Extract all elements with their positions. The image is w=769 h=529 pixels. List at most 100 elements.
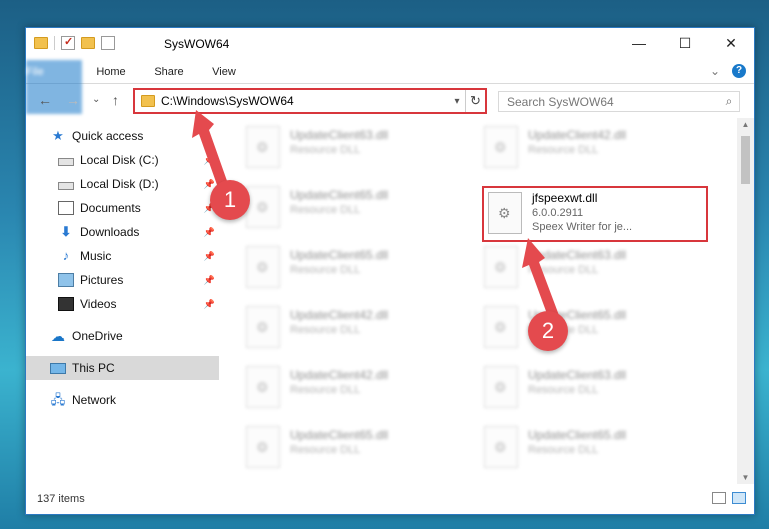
sidebar-item-videos[interactable]: Videos 📌 bbox=[26, 292, 219, 316]
help-icon[interactable]: ? bbox=[732, 64, 746, 78]
drive-icon bbox=[58, 157, 74, 166]
file-version: 6.0.0.2911 bbox=[532, 207, 584, 219]
sidebar-item-label: Downloads bbox=[80, 225, 140, 239]
pin-icon[interactable]: 📌 bbox=[204, 227, 215, 238]
sidebar-item-label: Music bbox=[80, 249, 112, 263]
refresh-button[interactable]: ↻ bbox=[465, 90, 485, 112]
sidebar-item-label: Quick access bbox=[72, 129, 144, 143]
up-button[interactable]: ↑ bbox=[112, 92, 119, 108]
close-button[interactable]: ✕ bbox=[708, 28, 754, 58]
sidebar-item-documents[interactable]: Documents 📌 bbox=[26, 196, 219, 220]
file-name: UpdateClient63.dll bbox=[290, 128, 389, 142]
list-item[interactable]: UpdateClient65.dllResource DLL bbox=[230, 182, 454, 236]
pin-icon[interactable]: 📌 bbox=[204, 251, 215, 262]
pin-icon[interactable]: 📌 bbox=[204, 275, 215, 286]
videos-icon bbox=[58, 297, 74, 311]
maximize-button[interactable]: ☐ bbox=[662, 28, 708, 58]
details-view-icon[interactable] bbox=[712, 492, 726, 504]
navigation-pane: ★ Quick access Local Disk (C:) 📌 Local D… bbox=[26, 124, 219, 484]
sidebar-item-label: This PC bbox=[72, 361, 115, 375]
title-bar: SysWOW64 — ☐ ✕ bbox=[26, 28, 754, 60]
dll-file-icon bbox=[246, 306, 280, 348]
list-item[interactable]: UpdateClient65.dllResource DLL bbox=[468, 302, 692, 356]
documents-icon bbox=[58, 201, 74, 215]
tiles-view-icon[interactable] bbox=[732, 492, 746, 504]
sidebar-item-label: Videos bbox=[80, 297, 117, 311]
sidebar-item-onedrive[interactable]: ☁ OneDrive bbox=[26, 324, 219, 348]
file-description: Speex Writer for je... bbox=[532, 221, 633, 233]
scroll-down-icon[interactable]: ▼ bbox=[737, 473, 754, 482]
list-item[interactable]: UpdateClient65.dll Resource DLL bbox=[468, 422, 692, 476]
sidebar-item-downloads[interactable]: ⬇ Downloads 📌 bbox=[26, 220, 219, 244]
sidebar-item-music[interactable]: ♪ Music 📌 bbox=[26, 244, 219, 268]
sidebar-item-quick-access[interactable]: ★ Quick access bbox=[26, 124, 219, 148]
list-item[interactable]: UpdateClient63.dll Resource DLL bbox=[468, 362, 692, 416]
star-icon: ★ bbox=[52, 128, 64, 143]
list-item[interactable]: UpdateClient42.dll Resource DLL bbox=[468, 122, 692, 176]
pin-icon[interactable]: 📌 bbox=[204, 155, 215, 166]
list-item[interactable]: UpdateClient65.dllResource DLL bbox=[230, 422, 454, 476]
scroll-thumb[interactable] bbox=[741, 136, 750, 184]
sidebar-item-pictures[interactable]: Pictures 📌 bbox=[26, 268, 219, 292]
window-title: SysWOW64 bbox=[164, 37, 230, 51]
list-item[interactable]: UpdateClient42.dll Resource DLL bbox=[230, 362, 454, 416]
search-box[interactable]: Search SysWOW64 ⌕ bbox=[498, 91, 740, 112]
dll-file-icon bbox=[246, 426, 280, 468]
pin-icon[interactable]: 📌 bbox=[204, 299, 215, 310]
chevron-down-icon[interactable]: ▾ bbox=[449, 96, 465, 107]
list-item[interactable]: UpdateClient42.dll Resource DLL bbox=[230, 302, 454, 356]
vertical-scrollbar[interactable]: ▲ ▼ bbox=[737, 118, 754, 484]
file-name: UpdateClient65.dll bbox=[528, 428, 627, 442]
forward-button[interactable]: → bbox=[66, 92, 80, 108]
file-name: UpdateClient65.dll bbox=[290, 188, 389, 202]
expand-ribbon-icon[interactable]: ⌄ bbox=[710, 64, 720, 78]
folder-icon bbox=[34, 37, 48, 49]
sidebar-item-label: Local Disk (D:) bbox=[80, 177, 159, 191]
sidebar-item-local-disk-d[interactable]: Local Disk (D:) 📌 bbox=[26, 172, 219, 196]
file-name: UpdateClient63.dll bbox=[528, 248, 627, 262]
tab-home[interactable]: Home bbox=[86, 60, 136, 84]
file-name: UpdateClient42.dll bbox=[290, 368, 389, 382]
dll-file-icon bbox=[246, 126, 280, 168]
dll-file-icon bbox=[246, 246, 280, 288]
minimize-button[interactable]: — bbox=[616, 28, 662, 58]
customize-toolbar-icon[interactable] bbox=[101, 36, 115, 50]
sidebar-item-network[interactable]: 🖧 Network bbox=[26, 388, 219, 412]
step-badge-1: 1 bbox=[210, 180, 250, 220]
new-folder-icon[interactable] bbox=[81, 37, 95, 49]
back-button[interactable]: ← bbox=[38, 92, 52, 108]
sidebar-item-label: Pictures bbox=[80, 273, 124, 287]
file-name: jfspeexwt.dll bbox=[532, 191, 598, 205]
list-item[interactable]: UpdateClient63.dll Resource DLL bbox=[230, 122, 454, 176]
recent-locations-button[interactable]: ⌄ bbox=[92, 94, 100, 105]
step-badge-2: 2 bbox=[528, 311, 568, 351]
target-file-item[interactable]: jfspeexwt.dll 6.0.0.2911 Speex Writer fo… bbox=[484, 188, 708, 240]
list-item[interactable]: UpdateClient65.dllResource DLL bbox=[230, 242, 454, 296]
address-path[interactable]: C:\Windows\SysWOW64 bbox=[161, 94, 449, 108]
file-name: UpdateClient42.dll bbox=[290, 308, 389, 322]
address-bar[interactable]: C:\Windows\SysWOW64 ▾ ↻ bbox=[133, 88, 487, 114]
explorer-window: SysWOW64 — ☐ ✕ File Home Share View ⌄ ? … bbox=[25, 27, 755, 515]
target-file-highlight: jfspeexwt.dll 6.0.0.2911 Speex Writer fo… bbox=[482, 186, 708, 242]
dll-file-icon bbox=[488, 192, 522, 234]
search-input[interactable]: Search SysWOW64 bbox=[499, 95, 719, 109]
dll-file-icon bbox=[484, 426, 518, 468]
scroll-up-icon[interactable]: ▲ bbox=[737, 120, 754, 129]
network-icon: 🖧 bbox=[50, 392, 66, 407]
file-type: Resource DLL bbox=[528, 144, 599, 156]
sidebar-item-this-pc[interactable]: This PC bbox=[26, 356, 219, 380]
tab-view[interactable]: View bbox=[202, 60, 246, 84]
file-type: Resource DLL bbox=[290, 324, 361, 336]
quick-access-toolbar bbox=[34, 35, 115, 50]
folder-icon bbox=[141, 95, 155, 107]
music-icon: ♪ bbox=[62, 248, 70, 263]
sidebar-item-label: Network bbox=[72, 393, 117, 407]
file-type: Resource DLL bbox=[528, 444, 599, 456]
file-list: UpdateClient63.dll Resource DLL UpdateCli… bbox=[230, 118, 736, 484]
file-name: UpdateClient65.dll bbox=[290, 248, 389, 262]
tab-share[interactable]: Share bbox=[144, 60, 194, 84]
properties-icon[interactable] bbox=[61, 35, 75, 50]
sidebar-item-local-disk-c[interactable]: Local Disk (C:) 📌 bbox=[26, 148, 219, 172]
item-count: 137 items bbox=[37, 493, 85, 505]
list-item[interactable]: UpdateClient63.dll Resource DLL bbox=[468, 242, 692, 296]
